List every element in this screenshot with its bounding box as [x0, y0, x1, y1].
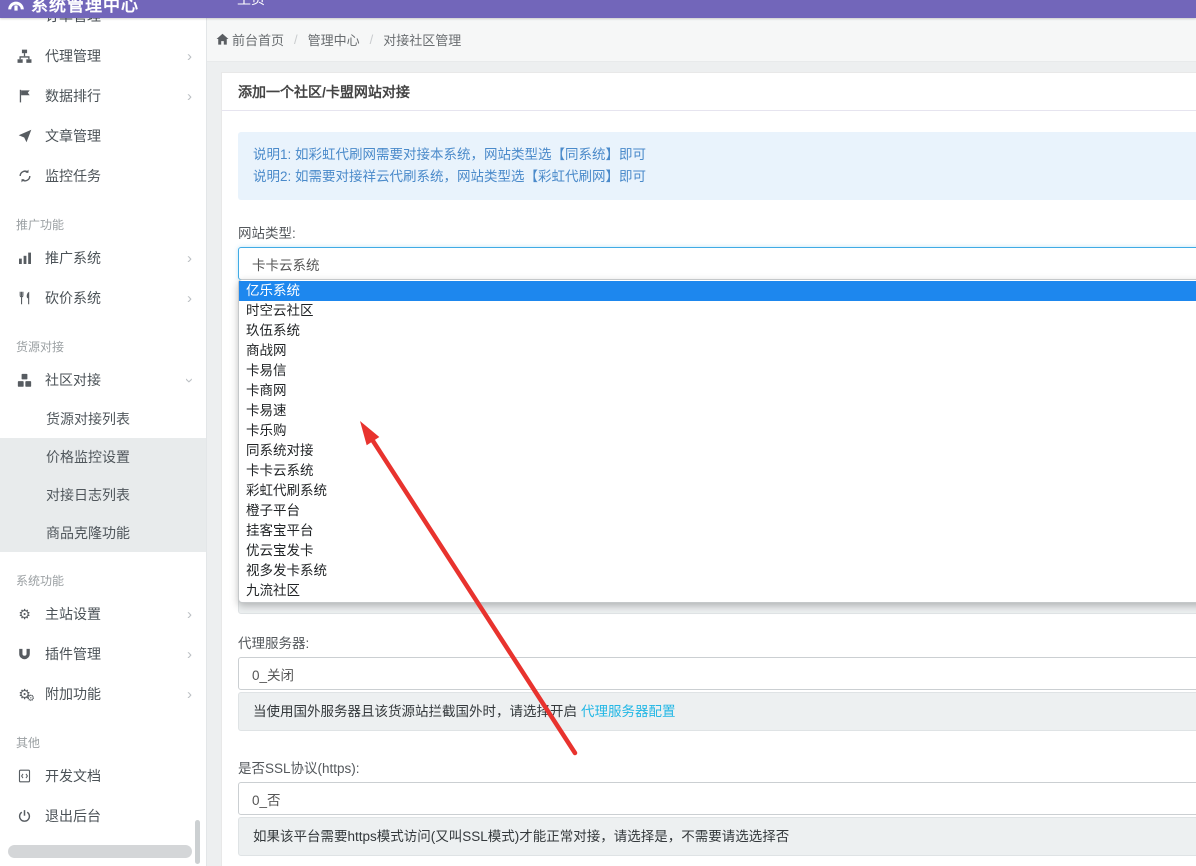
ssl-label: 是否SSL协议(https): [238, 757, 1196, 777]
sidebar-item-partial[interactable]: 订单管理 [0, 18, 206, 36]
sidebar-item-article-management[interactable]: 文章管理 [0, 116, 206, 156]
chart-bar-icon [16, 251, 33, 265]
sidebar-vertical-scrollbar[interactable] [195, 820, 200, 864]
proxy-config-link[interactable]: 代理服务器配置 [581, 704, 676, 719]
chevron-right-icon: › [187, 89, 192, 104]
sidebar-section-system: 系统功能 [0, 552, 206, 594]
sidebar-item-agent-management[interactable]: 代理管理 › [0, 36, 206, 76]
sidebar-horizontal-scrollbar[interactable] [8, 845, 192, 858]
alert-line-2: 说明2: 如需要对接祥云代刷系统，网站类型选【彩虹代刷网】即可 [253, 166, 1196, 188]
card-title: 添加一个社区/卡盟网站对接 [222, 73, 1196, 111]
sidebar-item-addon-features[interactable]: ⚙⚙ 附加功能 › [0, 674, 206, 714]
breadcrumb-separator: / [370, 32, 374, 47]
cubes-icon [16, 373, 33, 388]
website-type-value: 卡卡云系统 [252, 254, 320, 274]
brand[interactable]: 系统管理中心 [8, 0, 207, 16]
proxy-label: 代理服务器: [238, 632, 1196, 652]
sidebar-item-plugin-management[interactable]: 插件管理 › [0, 634, 206, 674]
dropdown-option[interactable]: 卡商网 [239, 381, 1196, 401]
sidebar-item-logout[interactable]: 退出后台 [0, 796, 206, 836]
sidebar-item-promo-system[interactable]: 推广系统 › [0, 238, 206, 278]
sidebar-section-supply: 货源对接 [0, 318, 206, 360]
gear-icon: ⚙ [16, 607, 33, 621]
magnet-icon [16, 648, 33, 661]
submenu-item-price-monitor[interactable]: 价格监控设置 [0, 438, 206, 476]
ssl-help-text: 如果该平台需要https模式访问(又叫SSL模式)才能正常对接，请选择是，不需要… [253, 829, 789, 844]
submenu-item-log-list[interactable]: 对接日志列表 [0, 476, 206, 514]
dropdown-option[interactable]: 玖伍系统 [239, 321, 1196, 341]
power-icon [16, 809, 33, 823]
website-type-dropdown: 亿乐系统 时空云社区 玖伍系统 商战网 卡易信 卡商网 卡易速 卡乐购 同系统对… [238, 279, 1196, 603]
chevron-right-icon: › [187, 607, 192, 622]
ssl-help: 如果该平台需要https模式访问(又叫SSL模式)才能正常对接，请选择是，不需要… [238, 817, 1196, 856]
dropdown-option[interactable]: 卡乐购 [239, 421, 1196, 441]
file-code-icon [16, 769, 33, 783]
chevron-right-icon: › [187, 647, 192, 662]
sidebar-item-bargain-system[interactable]: 砍价系统 › [0, 278, 206, 318]
gears-icon: ⚙⚙ [16, 687, 33, 701]
dropdown-option[interactable]: 卡易速 [239, 401, 1196, 421]
website-type-select-wrap: 卡卡云系统 亿乐系统 时空云社区 玖伍系统 商战网 卡易信 卡商网 卡易速 卡乐… [238, 247, 1196, 280]
dropdown-option[interactable]: 卡易信 [239, 361, 1196, 381]
sidebar-section-other: 其他 [0, 714, 206, 756]
chevron-down-icon: › [182, 378, 197, 383]
main-content: 前台首页 / 管理中心 / 对接社区管理 添加一个社区/卡盟网站对接 说明1: … [207, 18, 1196, 866]
dropdown-option[interactable]: 时空云社区 [239, 301, 1196, 321]
dropdown-option[interactable]: 橙子平台 [239, 501, 1196, 521]
dropdown-option[interactable]: 同系统对接 [239, 441, 1196, 461]
submenu-item-product-clone[interactable]: 商品克隆功能 [0, 514, 206, 552]
info-alert: 说明1: 如彩虹代刷网需要对接本系统，网站类型选【同系统】即可 说明2: 如需要… [238, 132, 1196, 200]
sync-icon [16, 169, 33, 183]
sidebar-section-promo: 推广功能 [0, 196, 206, 238]
breadcrumb-admin-center-link[interactable]: 管理中心 [308, 30, 360, 49]
proxy-help-text: 当使用国外服务器且该货源站拦截国外时，请选择开启 [253, 704, 577, 719]
sitemap-icon [16, 49, 33, 64]
chevron-right-icon: › [187, 291, 192, 306]
card-body: 说明1: 如彩虹代刷网需要对接本系统，网站类型选【同系统】即可 说明2: 如需要… [222, 111, 1196, 866]
breadcrumb-current: 对接社区管理 [383, 30, 461, 49]
dropdown-option[interactable]: 彩虹代刷系统 [239, 481, 1196, 501]
sidebar-item-main-site-settings[interactable]: ⚙ 主站设置 › [0, 594, 206, 634]
chevron-right-icon: › [187, 49, 192, 64]
topbar: 系统管理中心 主页 [0, 0, 1196, 18]
alert-line-1: 说明1: 如彩虹代刷网需要对接本系统，网站类型选【同系统】即可 [253, 144, 1196, 166]
proxy-value: 0_关闭 [252, 664, 294, 684]
sidebar: 订单管理 代理管理 › [0, 18, 207, 866]
home-icon [216, 33, 229, 46]
dropdown-option[interactable]: 视多发卡系统 [239, 561, 1196, 581]
cutlery-icon [16, 291, 33, 305]
sidebar-menu: 订单管理 代理管理 › [0, 18, 206, 836]
dropdown-option[interactable]: 亿乐系统 [239, 281, 1196, 301]
submenu-community: 货源对接列表 价格监控设置 对接日志列表 商品克隆功能 [0, 400, 206, 552]
flag-icon [16, 89, 33, 103]
website-type-label: 网站类型: [238, 222, 1196, 242]
chevron-right-icon: › [187, 251, 192, 266]
dashboard-icon [8, 0, 24, 14]
brand-title: 系统管理中心 [31, 0, 139, 15]
sidebar-item-data-ranking[interactable]: 数据排行 › [0, 76, 206, 116]
chevron-right-icon: › [187, 687, 192, 702]
proxy-select[interactable]: 0_关闭 [238, 657, 1196, 690]
sidebar-item-dev-docs[interactable]: 开发文档 [0, 756, 206, 796]
ssl-value: 0_否 [252, 789, 281, 809]
page: 系统管理中心 主页 订单管理 代理管理 › [0, 0, 1196, 866]
breadcrumb-separator: / [294, 32, 298, 47]
breadcrumb: 前台首页 / 管理中心 / 对接社区管理 [207, 18, 1196, 62]
dropdown-option[interactable]: 优云宝发卡 [239, 541, 1196, 561]
ssl-select[interactable]: 0_否 [238, 782, 1196, 815]
paper-plane-icon [16, 129, 33, 143]
add-connection-card: 添加一个社区/卡盟网站对接 说明1: 如彩虹代刷网需要对接本系统，网站类型选【同… [221, 72, 1196, 866]
dropdown-option[interactable]: 商战网 [239, 341, 1196, 361]
sidebar-item-community-connection[interactable]: 社区对接 › [0, 360, 206, 400]
topbar-nav-item[interactable]: 主页 [237, 0, 265, 9]
dropdown-option[interactable]: 挂客宝平台 [239, 521, 1196, 541]
sidebar-item-monitor-tasks[interactable]: 监控任务 [0, 156, 206, 196]
submenu-item-supply-list[interactable]: 货源对接列表 [0, 400, 206, 438]
proxy-help: 当使用国外服务器且该货源站拦截国外时，请选择开启代理服务器配置 [238, 692, 1196, 731]
dropdown-option[interactable]: 九流社区 [239, 581, 1196, 601]
website-type-select[interactable]: 卡卡云系统 [238, 247, 1196, 280]
breadcrumb-home-link[interactable]: 前台首页 [232, 30, 284, 49]
dropdown-option[interactable]: 卡卡云系统 [239, 461, 1196, 481]
